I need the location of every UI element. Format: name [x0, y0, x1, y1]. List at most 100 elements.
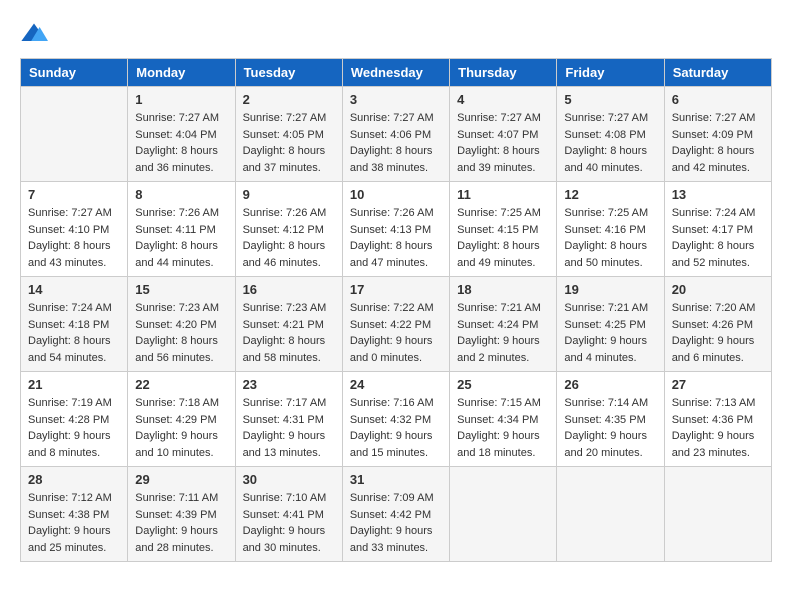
- daylight: Daylight: 9 hours and 0 minutes.: [350, 333, 442, 366]
- day-number: 30: [243, 472, 335, 487]
- day-info: Sunrise: 7:27 AM Sunset: 4:09 PM Dayligh…: [672, 110, 764, 176]
- calendar-cell: 20 Sunrise: 7:20 AM Sunset: 4:26 PM Dayl…: [664, 277, 771, 372]
- sunset: Sunset: 4:20 PM: [135, 317, 227, 334]
- day-number: 24: [350, 377, 442, 392]
- day-number: 13: [672, 187, 764, 202]
- sunrise: Sunrise: 7:14 AM: [564, 395, 656, 412]
- calendar-cell: 31 Sunrise: 7:09 AM Sunset: 4:42 PM Dayl…: [342, 467, 449, 562]
- calendar-cell: 3 Sunrise: 7:27 AM Sunset: 4:06 PM Dayli…: [342, 87, 449, 182]
- day-info: Sunrise: 7:14 AM Sunset: 4:35 PM Dayligh…: [564, 395, 656, 461]
- day-number: 26: [564, 377, 656, 392]
- sunset: Sunset: 4:07 PM: [457, 127, 549, 144]
- logo-icon: [20, 20, 48, 48]
- sunset: Sunset: 4:08 PM: [564, 127, 656, 144]
- daylight: Daylight: 8 hours and 36 minutes.: [135, 143, 227, 176]
- day-number: 5: [564, 92, 656, 107]
- sunrise: Sunrise: 7:17 AM: [243, 395, 335, 412]
- sunset: Sunset: 4:28 PM: [28, 412, 120, 429]
- day-number: 27: [672, 377, 764, 392]
- calendar-cell: 5 Sunrise: 7:27 AM Sunset: 4:08 PM Dayli…: [557, 87, 664, 182]
- calendar-cell: 29 Sunrise: 7:11 AM Sunset: 4:39 PM Dayl…: [128, 467, 235, 562]
- day-info: Sunrise: 7:21 AM Sunset: 4:25 PM Dayligh…: [564, 300, 656, 366]
- sunrise: Sunrise: 7:21 AM: [564, 300, 656, 317]
- daylight: Daylight: 8 hours and 47 minutes.: [350, 238, 442, 271]
- calendar-cell: 15 Sunrise: 7:23 AM Sunset: 4:20 PM Dayl…: [128, 277, 235, 372]
- sunset: Sunset: 4:04 PM: [135, 127, 227, 144]
- daylight: Daylight: 8 hours and 39 minutes.: [457, 143, 549, 176]
- daylight: Daylight: 9 hours and 8 minutes.: [28, 428, 120, 461]
- calendar-cell: 16 Sunrise: 7:23 AM Sunset: 4:21 PM Dayl…: [235, 277, 342, 372]
- day-info: Sunrise: 7:24 AM Sunset: 4:18 PM Dayligh…: [28, 300, 120, 366]
- header-row: SundayMondayTuesdayWednesdayThursdayFrid…: [21, 59, 772, 87]
- sunset: Sunset: 4:10 PM: [28, 222, 120, 239]
- day-number: 8: [135, 187, 227, 202]
- day-number: 11: [457, 187, 549, 202]
- day-number: 31: [350, 472, 442, 487]
- daylight: Daylight: 9 hours and 15 minutes.: [350, 428, 442, 461]
- sunrise: Sunrise: 7:27 AM: [457, 110, 549, 127]
- sunrise: Sunrise: 7:16 AM: [350, 395, 442, 412]
- sunset: Sunset: 4:15 PM: [457, 222, 549, 239]
- week-row-0: 1 Sunrise: 7:27 AM Sunset: 4:04 PM Dayli…: [21, 87, 772, 182]
- day-info: Sunrise: 7:23 AM Sunset: 4:20 PM Dayligh…: [135, 300, 227, 366]
- calendar-table: SundayMondayTuesdayWednesdayThursdayFrid…: [20, 58, 772, 562]
- day-number: 15: [135, 282, 227, 297]
- day-info: Sunrise: 7:25 AM Sunset: 4:15 PM Dayligh…: [457, 205, 549, 271]
- calendar-cell: 18 Sunrise: 7:21 AM Sunset: 4:24 PM Dayl…: [450, 277, 557, 372]
- calendar-cell: 24 Sunrise: 7:16 AM Sunset: 4:32 PM Dayl…: [342, 372, 449, 467]
- day-number: 12: [564, 187, 656, 202]
- sunrise: Sunrise: 7:15 AM: [457, 395, 549, 412]
- calendar-cell: 23 Sunrise: 7:17 AM Sunset: 4:31 PM Dayl…: [235, 372, 342, 467]
- sunrise: Sunrise: 7:25 AM: [564, 205, 656, 222]
- sunrise: Sunrise: 7:23 AM: [135, 300, 227, 317]
- sunrise: Sunrise: 7:27 AM: [243, 110, 335, 127]
- sunrise: Sunrise: 7:27 AM: [28, 205, 120, 222]
- sunset: Sunset: 4:42 PM: [350, 507, 442, 524]
- week-row-2: 14 Sunrise: 7:24 AM Sunset: 4:18 PM Dayl…: [21, 277, 772, 372]
- calendar-cell: 8 Sunrise: 7:26 AM Sunset: 4:11 PM Dayli…: [128, 182, 235, 277]
- day-number: 23: [243, 377, 335, 392]
- sunset: Sunset: 4:18 PM: [28, 317, 120, 334]
- day-number: 16: [243, 282, 335, 297]
- week-row-4: 28 Sunrise: 7:12 AM Sunset: 4:38 PM Dayl…: [21, 467, 772, 562]
- daylight: Daylight: 9 hours and 10 minutes.: [135, 428, 227, 461]
- calendar-cell: 4 Sunrise: 7:27 AM Sunset: 4:07 PM Dayli…: [450, 87, 557, 182]
- daylight: Daylight: 9 hours and 4 minutes.: [564, 333, 656, 366]
- sunrise: Sunrise: 7:19 AM: [28, 395, 120, 412]
- sunrise: Sunrise: 7:27 AM: [564, 110, 656, 127]
- header-day-tuesday: Tuesday: [235, 59, 342, 87]
- sunrise: Sunrise: 7:20 AM: [672, 300, 764, 317]
- header-day-friday: Friday: [557, 59, 664, 87]
- daylight: Daylight: 9 hours and 30 minutes.: [243, 523, 335, 556]
- day-info: Sunrise: 7:27 AM Sunset: 4:05 PM Dayligh…: [243, 110, 335, 176]
- sunset: Sunset: 4:06 PM: [350, 127, 442, 144]
- daylight: Daylight: 9 hours and 33 minutes.: [350, 523, 442, 556]
- logo: [20, 20, 52, 48]
- sunrise: Sunrise: 7:24 AM: [672, 205, 764, 222]
- calendar-cell: 28 Sunrise: 7:12 AM Sunset: 4:38 PM Dayl…: [21, 467, 128, 562]
- sunset: Sunset: 4:31 PM: [243, 412, 335, 429]
- sunrise: Sunrise: 7:11 AM: [135, 490, 227, 507]
- day-number: 10: [350, 187, 442, 202]
- calendar-cell: 25 Sunrise: 7:15 AM Sunset: 4:34 PM Dayl…: [450, 372, 557, 467]
- day-number: 28: [28, 472, 120, 487]
- day-info: Sunrise: 7:10 AM Sunset: 4:41 PM Dayligh…: [243, 490, 335, 556]
- day-info: Sunrise: 7:24 AM Sunset: 4:17 PM Dayligh…: [672, 205, 764, 271]
- sunset: Sunset: 4:24 PM: [457, 317, 549, 334]
- sunrise: Sunrise: 7:09 AM: [350, 490, 442, 507]
- calendar-cell: 1 Sunrise: 7:27 AM Sunset: 4:04 PM Dayli…: [128, 87, 235, 182]
- week-row-1: 7 Sunrise: 7:27 AM Sunset: 4:10 PM Dayli…: [21, 182, 772, 277]
- calendar-cell: 19 Sunrise: 7:21 AM Sunset: 4:25 PM Dayl…: [557, 277, 664, 372]
- day-number: 7: [28, 187, 120, 202]
- daylight: Daylight: 9 hours and 2 minutes.: [457, 333, 549, 366]
- sunrise: Sunrise: 7:26 AM: [135, 205, 227, 222]
- day-number: 1: [135, 92, 227, 107]
- day-number: 25: [457, 377, 549, 392]
- day-info: Sunrise: 7:23 AM Sunset: 4:21 PM Dayligh…: [243, 300, 335, 366]
- sunrise: Sunrise: 7:27 AM: [672, 110, 764, 127]
- daylight: Daylight: 9 hours and 25 minutes.: [28, 523, 120, 556]
- day-number: 21: [28, 377, 120, 392]
- sunrise: Sunrise: 7:12 AM: [28, 490, 120, 507]
- sunset: Sunset: 4:13 PM: [350, 222, 442, 239]
- sunrise: Sunrise: 7:27 AM: [135, 110, 227, 127]
